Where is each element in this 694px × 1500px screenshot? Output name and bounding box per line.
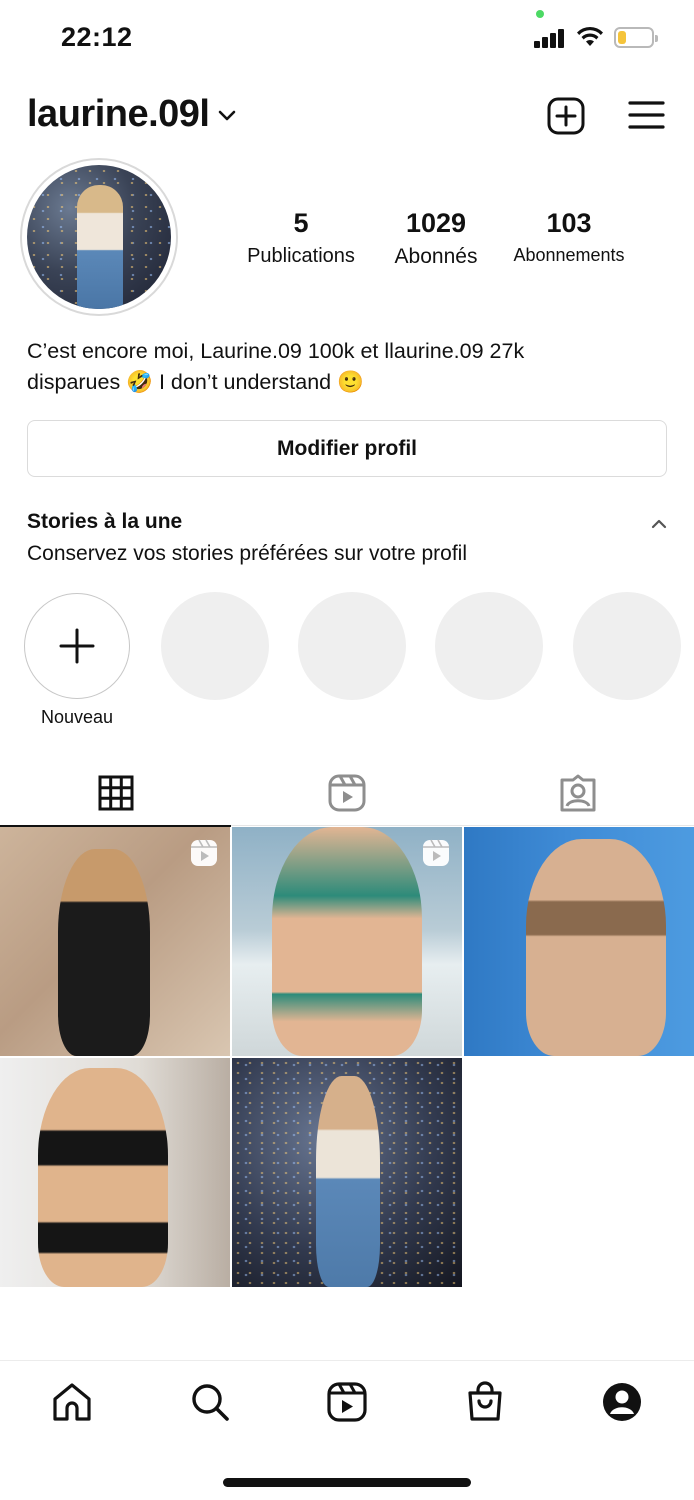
stat-label: Abonnements: [513, 245, 625, 265]
highlight-placeholder: [298, 592, 406, 700]
tab-tagged[interactable]: [462, 760, 693, 826]
wifi-icon: [577, 26, 603, 46]
new-highlight-button[interactable]: [24, 593, 130, 699]
reels-icon[interactable]: [326, 1381, 368, 1423]
bio-line-1: C’est encore moi, Laurine.09 100k et lla…: [27, 339, 525, 363]
battery-icon: [614, 27, 658, 48]
stat-publications[interactable]: 5 Publications: [240, 208, 362, 268]
bio-line-2: disparues 🤣 I don’t understand 🙂: [27, 367, 667, 398]
plus-icon: [59, 628, 95, 664]
highlight-placeholder: [573, 592, 681, 700]
highlights-subtitle: Conservez vos stories préférées sur votr…: [27, 542, 468, 565]
bio-text: disparues: [27, 370, 121, 394]
post-thumbnail[interactable]: [0, 1058, 230, 1287]
profile-tabs: [0, 760, 694, 827]
search-icon[interactable]: [189, 1381, 231, 1423]
stat-value: 103: [546, 208, 592, 238]
post-thumbnail[interactable]: [464, 827, 694, 1056]
highlight-placeholder: [435, 592, 543, 700]
rofl-emoji: 🤣: [126, 370, 153, 394]
reel-badge-icon: [423, 839, 449, 866]
profile-icon[interactable]: [601, 1381, 643, 1423]
post-thumbnail[interactable]: [232, 827, 462, 1056]
avatar[interactable]: [27, 165, 171, 309]
new-highlight-label: Nouveau: [40, 707, 114, 727]
highlight-placeholder: [161, 592, 269, 700]
reels-icon: [328, 774, 365, 812]
shop-icon[interactable]: [464, 1381, 506, 1423]
highlights-title: Stories à la une: [27, 510, 183, 533]
add-post-icon[interactable]: [547, 97, 585, 135]
stat-followers[interactable]: 1029 Abonnés: [385, 208, 487, 269]
profile-bio: C’est encore moi, Laurine.09 100k et lla…: [27, 336, 667, 398]
tab-posts-grid[interactable]: [0, 760, 231, 827]
battery-level-fill: [618, 31, 626, 44]
grid-icon: [98, 775, 133, 811]
edit-profile-button[interactable]: Modifier profil: [27, 420, 667, 477]
tagged-icon: [560, 774, 595, 812]
account-switcher[interactable]: laurine.09l: [27, 93, 237, 136]
stat-value: 1029: [405, 208, 467, 238]
chevron-down-icon: [219, 110, 236, 120]
camera-indicator-dot: [536, 10, 544, 18]
stat-label: Abonnés: [394, 245, 478, 268]
home-icon[interactable]: [51, 1381, 93, 1423]
profile-username: laurine.09l: [27, 93, 210, 135]
post-thumbnail[interactable]: [0, 827, 230, 1056]
reel-badge-icon: [191, 839, 217, 866]
home-indicator: [223, 1478, 471, 1487]
smile-emoji: 🙂: [337, 370, 364, 394]
bio-text: I don’t understand: [158, 370, 332, 394]
post-thumbnail[interactable]: [232, 1058, 462, 1287]
tab-reels[interactable]: [231, 760, 462, 826]
menu-icon[interactable]: [628, 99, 665, 131]
status-bar: 22:12: [0, 0, 694, 76]
stat-value: 5: [293, 208, 309, 238]
chevron-up-icon[interactable]: [651, 518, 667, 530]
status-time: 22:12: [61, 22, 133, 52]
stat-following[interactable]: 103 Abonnements: [508, 208, 630, 266]
cellular-signal-icon: [534, 28, 566, 48]
stat-label: Publications: [247, 245, 355, 267]
